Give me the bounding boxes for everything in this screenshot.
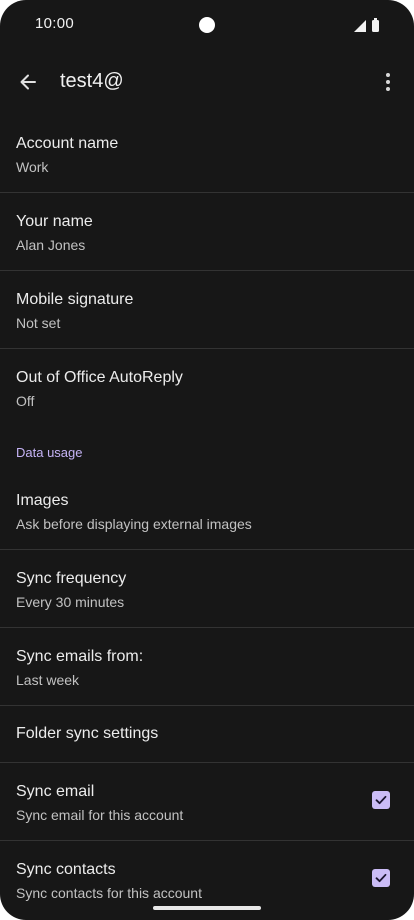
app-bar: test4@	[0, 56, 414, 108]
setting-title: Account name	[16, 135, 119, 152]
setting-folder-sync[interactable]: Folder sync settings	[0, 706, 414, 763]
setting-value: Alan Jones	[16, 237, 86, 253]
camera-cutout	[199, 17, 215, 33]
more-vert-icon-dot	[386, 80, 390, 84]
setting-your-name[interactable]: Your name Alan Jones	[0, 193, 414, 271]
setting-value: Sync contacts for this account	[16, 885, 202, 901]
setting-images[interactable]: Images Ask before displaying external im…	[0, 472, 414, 550]
setting-title: Images	[16, 492, 69, 509]
more-vert-icon-dot	[386, 87, 390, 91]
setting-sync-frequency[interactable]: Sync frequency Every 30 minutes	[0, 550, 414, 628]
setting-value: Work	[16, 159, 49, 175]
setting-value: Ask before displaying external images	[16, 516, 252, 532]
section-header-data-usage: Data usage	[16, 445, 83, 460]
settings-list: Account name Work Your name Alan Jones M…	[0, 115, 414, 919]
setting-title: Out of Office AutoReply	[16, 369, 183, 386]
home-indicator[interactable]	[153, 906, 261, 910]
setting-value: Last week	[16, 672, 80, 688]
page-title: test4@	[60, 70, 124, 92]
more-vert-icon	[386, 73, 390, 77]
setting-out-of-office[interactable]: Out of Office AutoReply Off	[0, 349, 414, 427]
setting-account-name[interactable]: Account name Work	[0, 115, 414, 193]
setting-title: Folder sync settings	[16, 725, 159, 742]
status-bar: 10:00	[0, 0, 414, 52]
setting-value: Not set	[16, 315, 61, 331]
setting-mobile-signature[interactable]: Mobile signature Not set	[0, 271, 414, 349]
sync-email-checkbox[interactable]	[372, 791, 390, 809]
setting-title: Sync email	[16, 783, 95, 800]
setting-value: Off	[16, 393, 35, 409]
check-icon	[375, 795, 387, 805]
setting-title: Mobile signature	[16, 291, 134, 308]
setting-title: Sync frequency	[16, 570, 127, 587]
more-options-button[interactable]	[374, 64, 402, 100]
setting-value: Every 30 minutes	[16, 594, 125, 610]
status-time: 10:00	[35, 15, 75, 32]
setting-title: Sync emails from:	[16, 648, 144, 665]
setting-sync-emails-from[interactable]: Sync emails from: Last week	[0, 628, 414, 706]
setting-value: Sync email for this account	[16, 807, 184, 823]
check-icon	[375, 873, 387, 883]
arrow-back-icon	[20, 74, 36, 90]
signal-icon	[354, 20, 366, 32]
phone-screen: 10:00 test4@ Account name Work Your name…	[0, 0, 414, 920]
status-icons	[354, 18, 379, 32]
sync-contacts-checkbox[interactable]	[372, 869, 390, 887]
back-button[interactable]	[12, 62, 44, 102]
setting-title: Your name	[16, 213, 93, 230]
battery-icon	[372, 18, 379, 32]
setting-title: Sync contacts	[16, 861, 116, 878]
setting-sync-email[interactable]: Sync email Sync email for this account	[0, 763, 414, 841]
